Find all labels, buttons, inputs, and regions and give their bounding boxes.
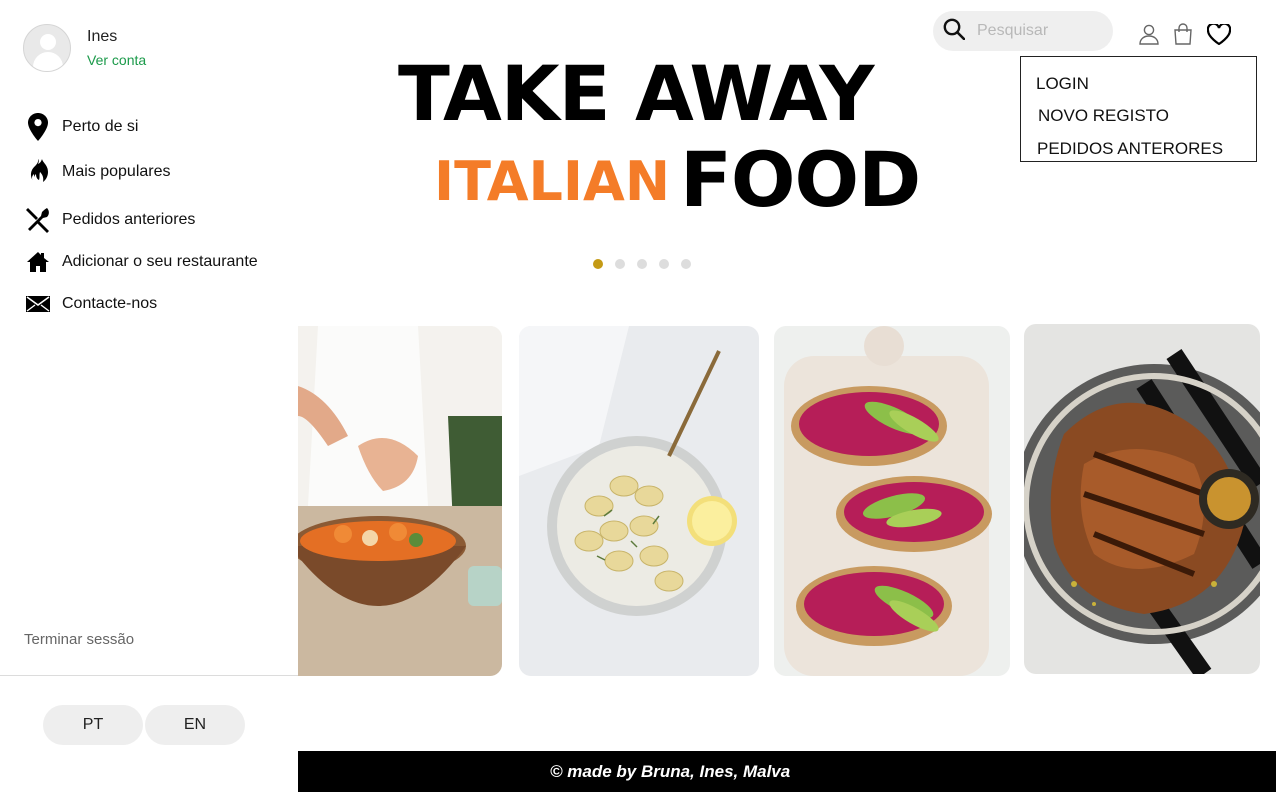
sidebar-item-contact[interactable]: Contacte-nos	[24, 293, 157, 315]
salad-preparation-image[interactable]	[298, 326, 502, 676]
sidebar-item-nearby[interactable]: Perto de si	[24, 113, 139, 141]
search-input[interactable]	[977, 22, 1097, 40]
envelope-icon	[24, 296, 52, 312]
map-pin-icon	[24, 113, 52, 141]
divider	[0, 675, 298, 676]
account-dropdown: LOGIN NOVO REGISTO PEDIDOS ANTERORES	[1020, 56, 1257, 162]
heart-icon[interactable]	[1206, 22, 1232, 49]
carousel-dot[interactable]	[615, 259, 625, 269]
sidebar-item-label: Perto de si	[62, 118, 139, 135]
avatar[interactable]	[23, 24, 71, 72]
view-account-link[interactable]: Ver conta	[87, 52, 146, 68]
carousel-dot[interactable]	[681, 259, 691, 269]
carousel-dots	[593, 259, 691, 269]
sidebar: Ines Ver conta Perto de si Mais populare…	[0, 0, 298, 792]
sidebar-item-previous-orders[interactable]: Pedidos anteriores	[24, 207, 196, 233]
user-icon[interactable]	[1139, 24, 1159, 49]
footer-credits: © made by Bruna, Ines, Malva	[550, 761, 791, 781]
carousel-dot[interactable]	[637, 259, 647, 269]
register-menu-item[interactable]: NOVO REGISTO	[1038, 106, 1169, 126]
login-menu-item[interactable]: LOGIN	[1036, 74, 1089, 94]
footer: © made by Bruna, Ines, Malva	[298, 751, 1276, 792]
grilled-chicken-image[interactable]	[1024, 324, 1260, 674]
home-icon	[24, 252, 52, 272]
carousel-dot[interactable]	[593, 259, 603, 269]
profile-name: Ines	[87, 28, 118, 45]
tortellini-plate-image[interactable]	[519, 326, 759, 676]
sidebar-item-label: Pedidos anteriores	[62, 211, 196, 228]
carousel-dot[interactable]	[659, 259, 669, 269]
search-icon[interactable]	[943, 18, 966, 44]
previous-orders-menu-item[interactable]: PEDIDOS ANTERORES	[1037, 139, 1223, 159]
language-pt-button[interactable]: PT	[43, 705, 143, 745]
sidebar-item-label: Mais populares	[62, 163, 171, 180]
sidebar-item-label: Adicionar o seu restaurante	[62, 253, 258, 270]
logout-link[interactable]: Terminar sessão	[24, 631, 134, 648]
fire-icon	[24, 159, 52, 185]
utensils-icon	[24, 207, 52, 233]
beet-avocado-toast-image[interactable]	[774, 326, 1010, 676]
shopping-bag-icon[interactable]	[1173, 23, 1193, 49]
sidebar-item-label: Contacte-nos	[62, 295, 158, 312]
sidebar-item-popular[interactable]: Mais populares	[24, 159, 171, 185]
search-bar	[933, 11, 1113, 51]
hero-title: TAKE AWAY	[398, 49, 874, 138]
profile: Ines Ver conta	[23, 24, 146, 72]
hero-title-food: FOOD	[680, 135, 921, 224]
language-en-button[interactable]: EN	[145, 705, 245, 745]
hero-accent: ITALIAN	[434, 150, 671, 213]
sidebar-item-add-restaurant[interactable]: Adicionar o seu restaurante	[24, 251, 258, 273]
